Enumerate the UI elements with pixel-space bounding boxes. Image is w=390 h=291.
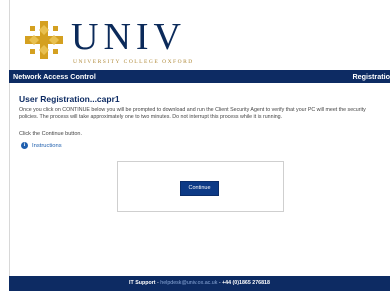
continue-panel: Continue: [117, 161, 284, 212]
instructions-link-label: Instructions: [32, 142, 62, 149]
footer-phone: +44 (0)1865 276818: [222, 280, 270, 286]
instructions-paragraph: Once you click on CONTINUE below you wil…: [19, 107, 366, 120]
page: UNIV UNIVERSITY COLLEGE OXFORD Network A…: [9, 0, 390, 291]
info-icon: i: [21, 142, 28, 149]
univ-logo[interactable]: UNIV UNIVERSITY COLLEGE OXFORD: [25, 16, 215, 65]
page-title: User Registration...capr1: [19, 94, 120, 104]
college-cross-emblem-icon: [25, 21, 63, 59]
logo-wordmark: UNIV: [71, 16, 186, 58]
nav-title: Network Access Control: [13, 72, 96, 81]
continue-button[interactable]: Continue: [180, 181, 219, 196]
click-continue-text: Click the Continue button.: [19, 131, 82, 137]
footer-email-link[interactable]: helpdesk@univ.ox.ac.uk: [160, 280, 217, 286]
instructions-link[interactable]: i Instructions: [21, 142, 62, 149]
logo-subtitle: UNIVERSITY COLLEGE OXFORD: [73, 59, 194, 65]
nav-section-label: Registratio: [352, 72, 390, 81]
footer-support-label: IT Support: [129, 280, 156, 286]
footer: IT Support - helpdesk@univ.ox.ac.uk - +4…: [9, 276, 390, 291]
page-border: [9, 0, 10, 291]
nav-bar: Network Access Control Registratio: [9, 70, 390, 83]
